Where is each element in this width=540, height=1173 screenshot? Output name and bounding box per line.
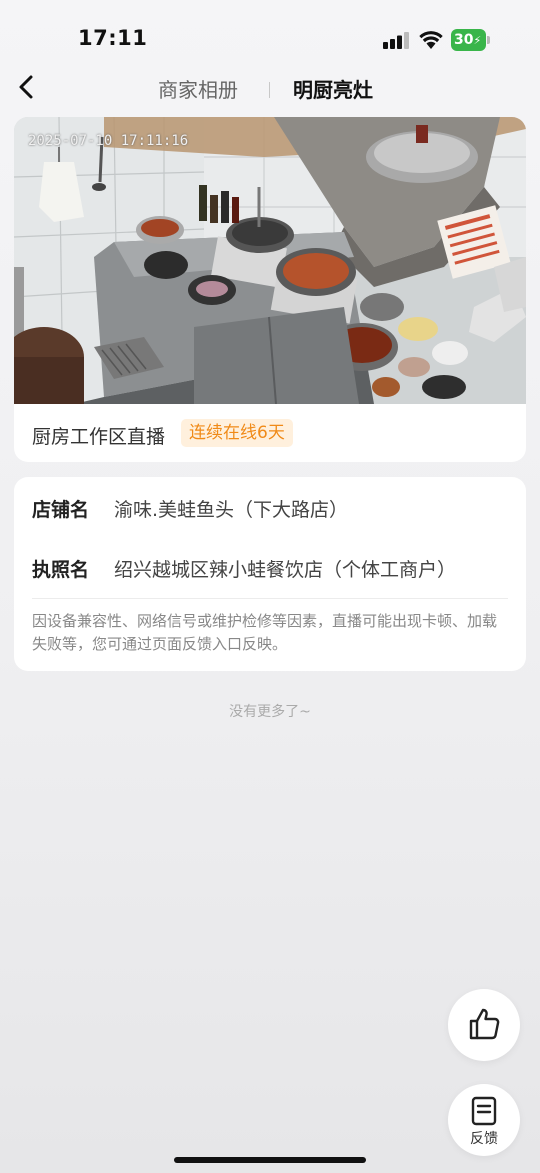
back-button[interactable]: [14, 72, 42, 102]
store-name-label: 店铺名: [32, 499, 90, 521]
store-name-value: 渝味.美蛙鱼头（下大路店）: [114, 499, 349, 521]
tab-divider: [269, 82, 270, 98]
live-caption: 厨房工作区直播: [32, 426, 166, 448]
home-indicator: [174, 1157, 366, 1163]
license-name-label: 执照名: [32, 559, 90, 581]
battery-level: 30⚡: [451, 29, 486, 51]
live-disclaimer: 因设备兼容性、网络信号或维护检修等因素，直播可能出现卡顿、加载失败等，您可通过页…: [32, 612, 498, 653]
license-name-value: 绍兴越城区辣小蛙餐饮店（个体工商户）: [114, 559, 457, 581]
video-timestamp: 2025-07-10 17:11:16: [28, 133, 189, 149]
store-info-card: 店铺名 渝味.美蛙鱼头（下大路店） 执照名 绍兴越城区辣小蛙餐饮店（个体工商户）…: [14, 477, 526, 671]
like-button[interactable]: [448, 989, 520, 1061]
kitchen-live-video[interactable]: 2025-07-10 17:11:16: [14, 117, 526, 404]
nav-header: 商家相册 明厨亮灶: [0, 62, 540, 112]
tab-merchant-album[interactable]: 商家相册: [158, 74, 238, 103]
no-more-text: 没有更多了~: [229, 704, 311, 720]
live-card: 2025-07-10 17:11:16 厨房工作区直播 连续在线6天: [14, 117, 526, 462]
wifi-icon: [419, 31, 443, 49]
status-bar: 17:11 30⚡: [0, 0, 540, 62]
feedback-button[interactable]: 反馈: [448, 1084, 520, 1156]
kitchen-video-frame: [14, 117, 526, 404]
tab-open-kitchen[interactable]: 明厨亮灶: [293, 74, 373, 103]
feedback-label: 反馈: [470, 1131, 498, 1147]
status-time: 17:11: [78, 26, 148, 50]
online-days-badge: 连续在线6天: [181, 419, 293, 447]
signal-icon: [383, 32, 409, 49]
info-divider: [32, 598, 508, 599]
battery-charging-icon: 30⚡: [451, 29, 491, 51]
battery-level-text: 30: [454, 32, 474, 48]
feedback-icon: [471, 1096, 497, 1126]
thumbs-up-icon: [469, 1008, 500, 1040]
chevron-left-icon: [19, 75, 33, 99]
